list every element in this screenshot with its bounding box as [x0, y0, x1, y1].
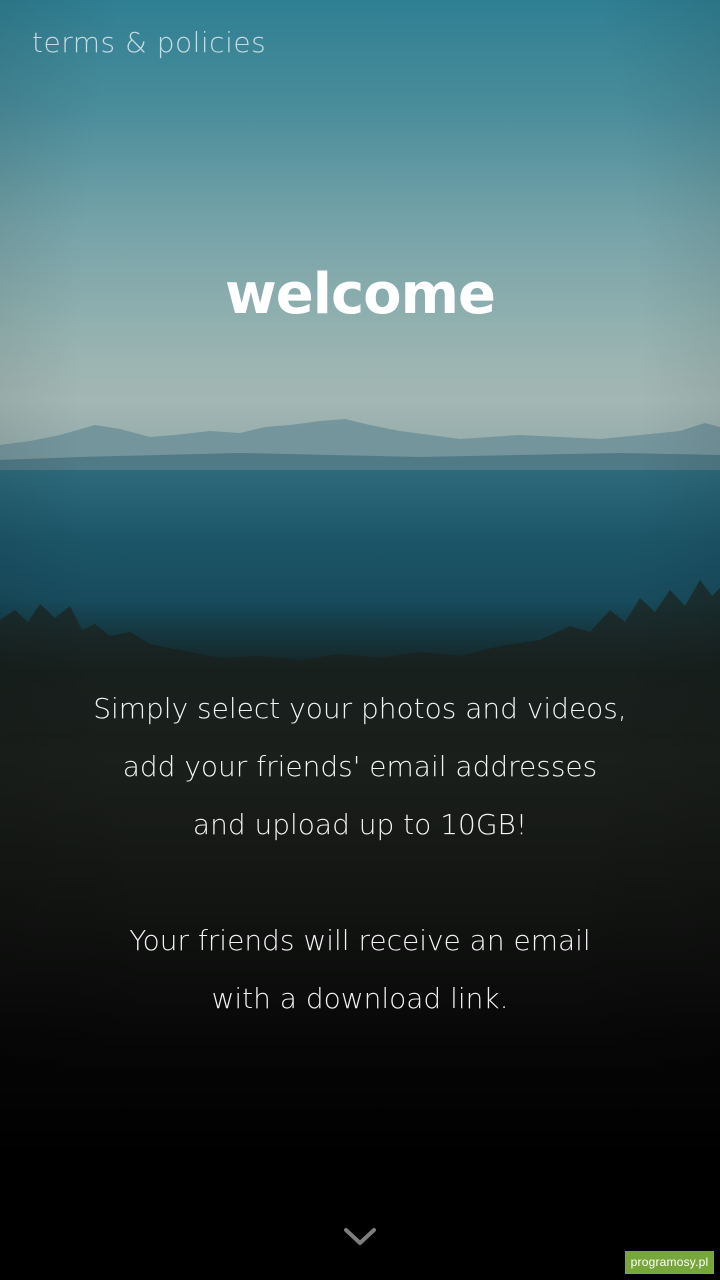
intro-line: add your friends' email addresses	[122, 750, 598, 783]
intro-text: Simply select your photos and videos, ad…	[40, 680, 680, 1028]
terms-and-policies-link[interactable]: terms & policies	[32, 26, 266, 59]
watermark-badge: programosy.pl	[625, 1251, 714, 1274]
intro-line: Your friends will receive an email	[129, 924, 591, 957]
intro-line: with a download link.	[211, 982, 509, 1015]
welcome-logo: welcome	[225, 262, 496, 327]
intro-line: Simply select your photos and videos,	[93, 692, 627, 725]
chevron-down-icon[interactable]	[340, 1222, 380, 1252]
welcome-screen: terms & policies welcome Simply select y…	[0, 0, 720, 1280]
intro-line: and upload up to 10GB!	[192, 808, 528, 841]
vignette-overlay	[0, 0, 720, 1280]
